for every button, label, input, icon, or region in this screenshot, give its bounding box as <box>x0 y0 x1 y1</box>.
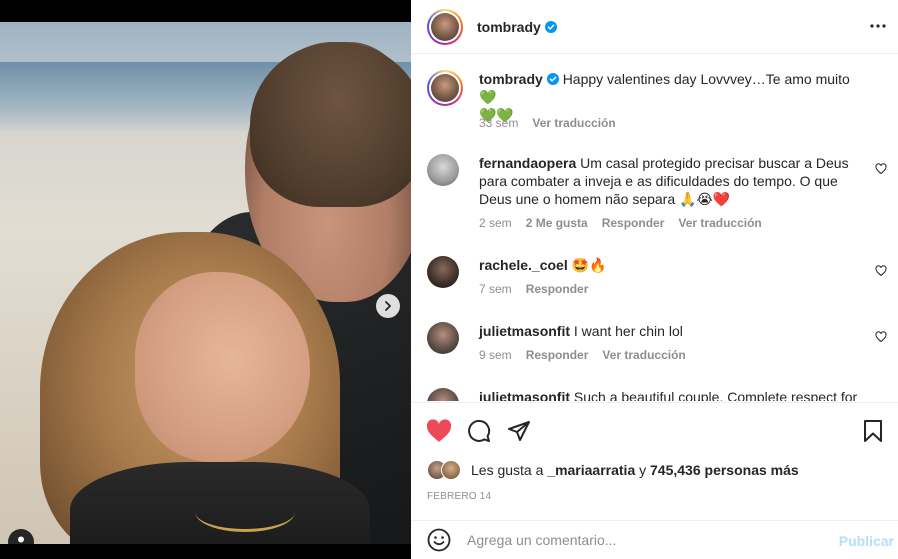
commenter-username[interactable]: julietmasonfit <box>479 323 570 339</box>
caption-avatar-image <box>431 74 459 102</box>
comment-reply-button[interactable]: Responder <box>526 282 589 296</box>
comment-reply-button[interactable]: Responder <box>602 216 665 230</box>
author-avatar-image <box>431 12 459 41</box>
post-header: tombrady <box>411 0 898 54</box>
comment-likes-count[interactable]: 2 Me gusta <box>526 216 588 230</box>
emoji-picker-button[interactable] <box>427 528 451 552</box>
comment-text: Um casal protegido precisar buscar a Deu… <box>580 155 849 171</box>
comments-list[interactable]: tombrady Happy valentines day Lovvvey…Te… <box>411 55 898 401</box>
like-button[interactable] <box>425 417 453 445</box>
comment-body: julietmasonfit I want her chin lol <box>479 322 859 340</box>
commenter-username[interactable]: fernandaopera <box>479 155 576 171</box>
caption-translate-link[interactable]: Ver traducción <box>532 116 615 130</box>
heart-filled-icon <box>426 419 452 442</box>
comment-text-line2: para combater a inveja e as dificuldades… <box>479 173 838 189</box>
comment-button[interactable] <box>465 417 493 445</box>
like-comment-heart-icon[interactable] <box>875 265 887 277</box>
comment-translate-link[interactable]: Ver traducción <box>678 216 761 230</box>
commenter-username[interactable]: rachele._coel <box>479 257 568 273</box>
author-avatar[interactable] <box>427 8 463 45</box>
photo-necklace <box>195 492 295 532</box>
comment-body: fernandaopera Um casal protegido precisa… <box>479 154 859 208</box>
likes-joiner: y <box>639 462 647 478</box>
comment-time[interactable]: 9 sem <box>479 348 512 362</box>
commenter-avatar[interactable] <box>427 322 459 354</box>
caption-time[interactable]: 33 sem <box>479 116 518 130</box>
comment-reply-button[interactable]: Responder <box>526 348 589 362</box>
chevron-right-icon <box>385 301 391 311</box>
comment-meta: 7 sem Responder <box>479 282 588 296</box>
comment-body: rachele._coel 🤩🔥 <box>479 256 859 274</box>
verified-badge-icon <box>546 73 559 85</box>
commenter-avatar[interactable] <box>427 388 459 401</box>
carousel-next-button[interactable] <box>376 294 400 318</box>
share-button[interactable] <box>505 417 533 445</box>
post-actions: Les gusta a _mariaarratia y 745,436 pers… <box>411 402 898 520</box>
likers-avatars <box>427 460 467 480</box>
comment-translate-link[interactable]: Ver traducción <box>602 348 685 362</box>
emoji-smiley-icon <box>427 528 451 552</box>
save-button[interactable] <box>859 417 887 445</box>
comment-input[interactable] <box>467 532 827 548</box>
comment-body: julietmasonfit Such a beautiful couple. … <box>479 388 859 401</box>
more-options-button[interactable] <box>866 14 890 38</box>
caption-username[interactable]: tombrady <box>479 71 543 87</box>
post-sidebar: tombrady tombrady Happy valentines day L… <box>411 0 898 559</box>
comment-time[interactable]: 7 sem <box>479 282 512 296</box>
verified-badge-icon <box>544 20 557 33</box>
like-comment-heart-icon[interactable] <box>875 331 887 343</box>
tagged-users-button[interactable] <box>8 529 34 544</box>
action-bar <box>425 417 887 445</box>
photo-man-hair <box>250 42 411 207</box>
post-date[interactable]: FEBRERO 14 <box>427 491 491 502</box>
comment-text: 🤩🔥 <box>571 257 607 273</box>
likes-others-link[interactable]: 745,436 personas más <box>650 462 799 478</box>
commenter-avatar[interactable] <box>427 154 459 186</box>
comment-text: Such a beautiful couple. Complete respec… <box>573 389 858 401</box>
comment-text-line3: Deus une o homem não separa 🙏😭❤️ <box>479 191 731 207</box>
liker-avatar <box>441 460 461 480</box>
photo-woman-face <box>135 272 310 462</box>
post-modal: tombrady tombrady Happy valentines day L… <box>0 0 898 559</box>
likes-summary[interactable]: Les gusta a _mariaarratia y 745,436 pers… <box>427 460 799 480</box>
comment-time[interactable]: 2 sem <box>479 216 512 230</box>
likes-user-link[interactable]: _mariaarratia <box>547 462 635 478</box>
comment-meta: 2 sem 2 Me gusta Responder Ver traducció… <box>479 216 762 230</box>
like-comment-heart-icon[interactable] <box>875 163 887 175</box>
caption-meta: 33 sem Ver traducción <box>479 116 616 130</box>
post-photo[interactable] <box>0 22 411 544</box>
more-horizontal-icon <box>870 24 886 28</box>
caption-avatar[interactable] <box>427 70 463 106</box>
likes-prefix: Les gusta a <box>471 462 544 478</box>
commenter-avatar[interactable] <box>427 256 459 288</box>
comment-meta: 9 sem Responder Ver traducción <box>479 348 686 362</box>
comment-text: I want her chin lol <box>573 323 683 339</box>
add-comment-bar: Publicar <box>411 520 898 559</box>
publish-button[interactable]: Publicar <box>839 533 894 549</box>
paper-plane-icon <box>508 421 530 441</box>
bookmark-icon <box>864 420 882 442</box>
author-username[interactable]: tombrady <box>477 19 541 35</box>
comment-bubble-icon <box>468 419 491 442</box>
user-icon <box>18 536 24 543</box>
commenter-username[interactable]: julietmasonfit <box>479 389 570 401</box>
